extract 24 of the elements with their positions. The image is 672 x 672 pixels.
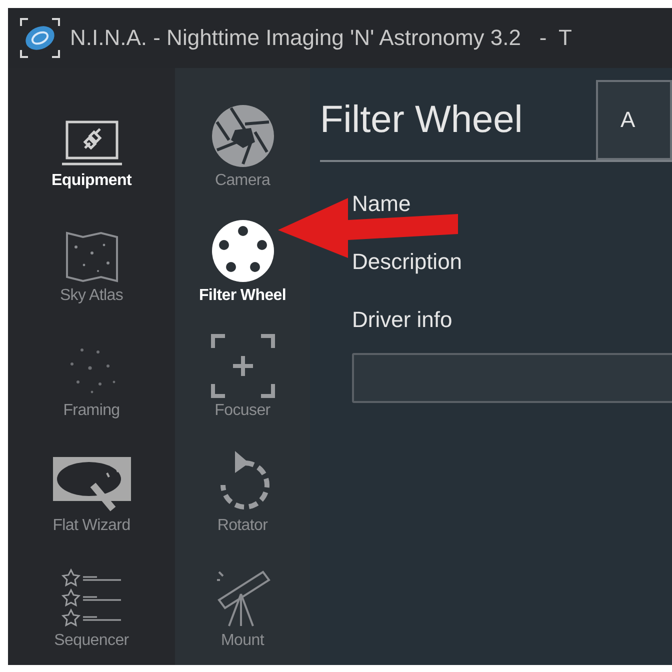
nav-item[interactable]: Sequencer — [54, 632, 129, 650]
star-list-icon — [60, 568, 122, 628]
nav-item[interactable]: Equipment — [52, 172, 132, 190]
laptop-plug-icon — [60, 120, 122, 168]
nav-item[interactable]: Rotator — [217, 517, 268, 535]
nav-item[interactable]: Framing — [63, 402, 120, 420]
filter-wheel-icon — [210, 219, 274, 283]
focus-frame-icon — [210, 334, 274, 398]
nav-item[interactable]: Camera — [214, 172, 270, 190]
device-selector[interactable]: A — [596, 80, 672, 160]
aperture-icon — [210, 104, 274, 168]
field-label: Driver info — [352, 306, 452, 334]
input-field[interactable] — [352, 353, 672, 403]
field-label: Description — [352, 248, 462, 276]
nav-item[interactable]: Mount — [221, 632, 264, 650]
panel-title: Filter Wheel — [320, 98, 524, 142]
window-title: N.I.N.A. - Nighttime Imaging 'N' Astronomy 3.2 - T — [70, 25, 572, 51]
nav-item[interactable]: Sky Atlas — [60, 287, 124, 305]
wand-screen-icon — [50, 455, 132, 513]
field-label: Name — [352, 190, 411, 218]
nav-item[interactable]: Focuser — [214, 402, 270, 420]
nav-item[interactable]: Flat Wizard — [52, 517, 130, 535]
app-logo-icon — [20, 18, 60, 58]
nav-item[interactable]: Filter Wheel — [198, 287, 286, 305]
